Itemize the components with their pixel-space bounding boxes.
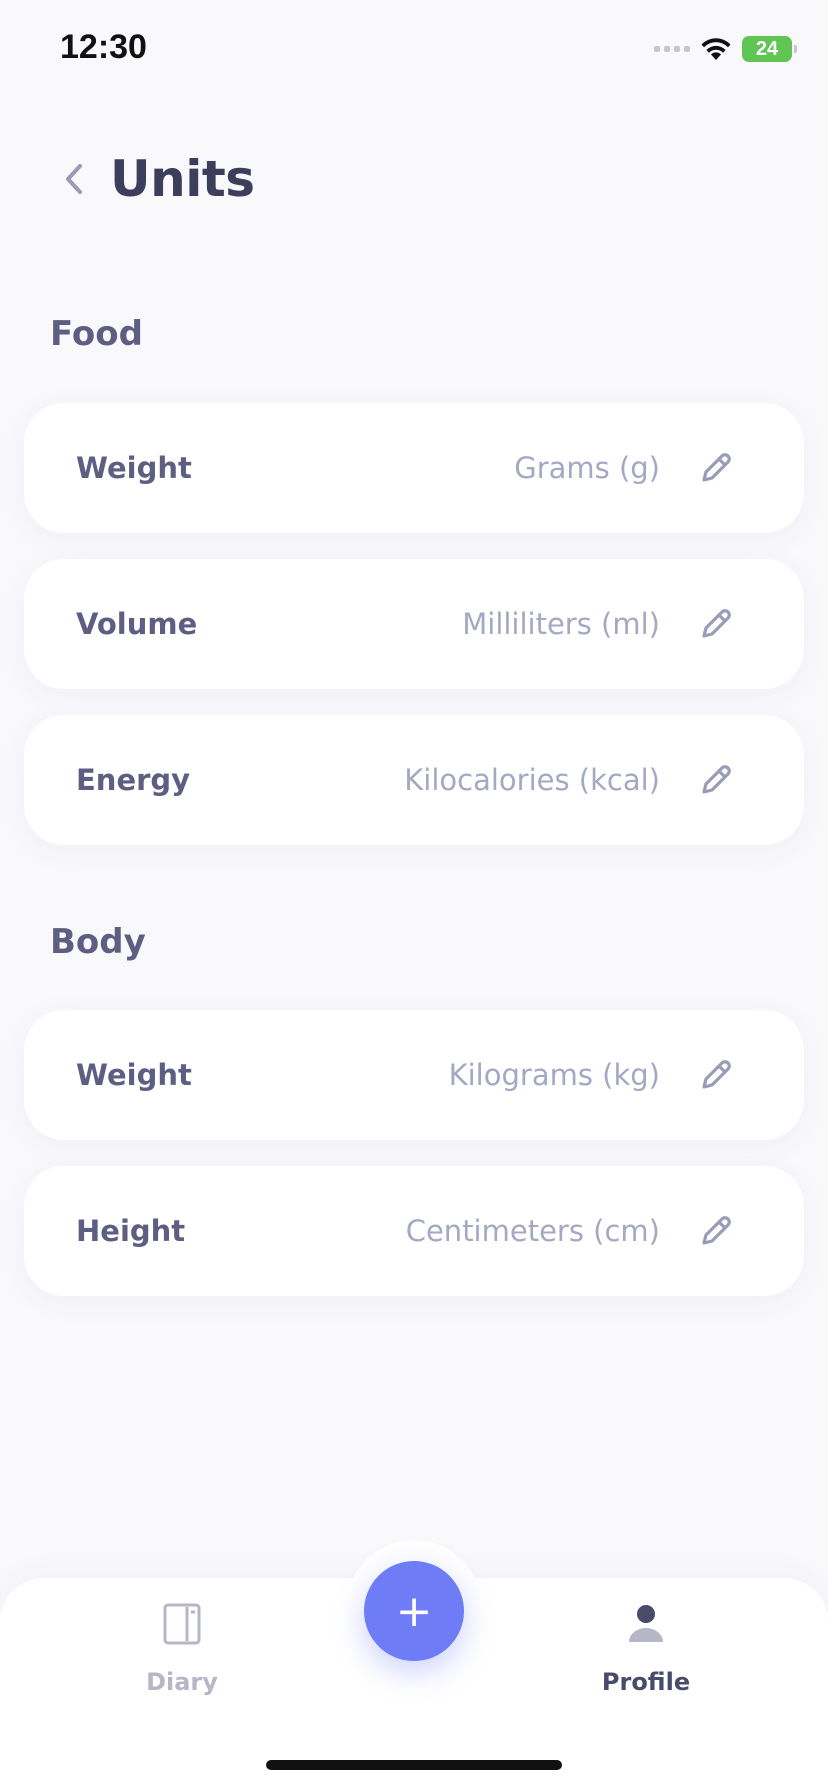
units-screen: 12:30 24 Units Food Weight Grams (g) Vol… bbox=[0, 0, 828, 1792]
unit-row-value: Kilograms (kg) bbox=[448, 1058, 660, 1092]
wifi-icon bbox=[701, 38, 731, 60]
section-title-body: Body bbox=[50, 922, 146, 962]
pencil-icon[interactable] bbox=[696, 1055, 736, 1095]
battery-icon: 24 bbox=[742, 36, 797, 62]
unit-row-label: Weight bbox=[76, 451, 192, 485]
pencil-icon[interactable] bbox=[696, 448, 736, 488]
status-bar: 12:30 24 bbox=[0, 0, 828, 100]
header: Units bbox=[60, 150, 255, 208]
tab-profile[interactable]: Profile bbox=[566, 1600, 726, 1696]
unit-row-label: Weight bbox=[76, 1058, 192, 1092]
unit-row-label: Height bbox=[76, 1214, 186, 1248]
unit-row-value: Grams (g) bbox=[514, 451, 660, 485]
pencil-icon[interactable] bbox=[696, 760, 736, 800]
tab-profile-label: Profile bbox=[601, 1668, 691, 1696]
unit-row-body-height[interactable]: Height Centimeters (cm) bbox=[24, 1166, 804, 1296]
unit-row-label: Energy bbox=[76, 763, 191, 797]
unit-row-label: Volume bbox=[76, 607, 198, 641]
plus-icon: + bbox=[395, 1585, 433, 1637]
unit-row-value: Kilocalories (kcal) bbox=[404, 763, 660, 797]
status-icons: 24 bbox=[654, 34, 797, 64]
section-title-food: Food bbox=[50, 314, 143, 354]
unit-row-body-weight[interactable]: Weight Kilograms (kg) bbox=[24, 1010, 804, 1140]
user-icon bbox=[622, 1600, 670, 1648]
signal-icon bbox=[654, 46, 690, 52]
tab-diary-label: Diary bbox=[146, 1668, 218, 1696]
unit-row-value: Centimeters (cm) bbox=[405, 1214, 660, 1248]
unit-row-food-volume[interactable]: Volume Milliliters (ml) bbox=[24, 559, 804, 689]
page-title: Units bbox=[110, 150, 255, 208]
unit-row-food-weight[interactable]: Weight Grams (g) bbox=[24, 403, 804, 533]
unit-row-food-energy[interactable]: Energy Kilocalories (kcal) bbox=[24, 715, 804, 845]
status-time: 12:30 bbox=[60, 28, 147, 66]
battery-level: 24 bbox=[755, 37, 779, 60]
pencil-icon[interactable] bbox=[696, 604, 736, 644]
notebook-icon bbox=[158, 1600, 206, 1648]
unit-row-value: Milliliters (ml) bbox=[462, 607, 660, 641]
add-button[interactable]: + bbox=[364, 1561, 464, 1661]
pencil-icon[interactable] bbox=[696, 1211, 736, 1251]
tab-diary[interactable]: Diary bbox=[102, 1600, 262, 1696]
chevron-left-icon[interactable] bbox=[60, 159, 88, 199]
home-indicator bbox=[266, 1760, 562, 1770]
